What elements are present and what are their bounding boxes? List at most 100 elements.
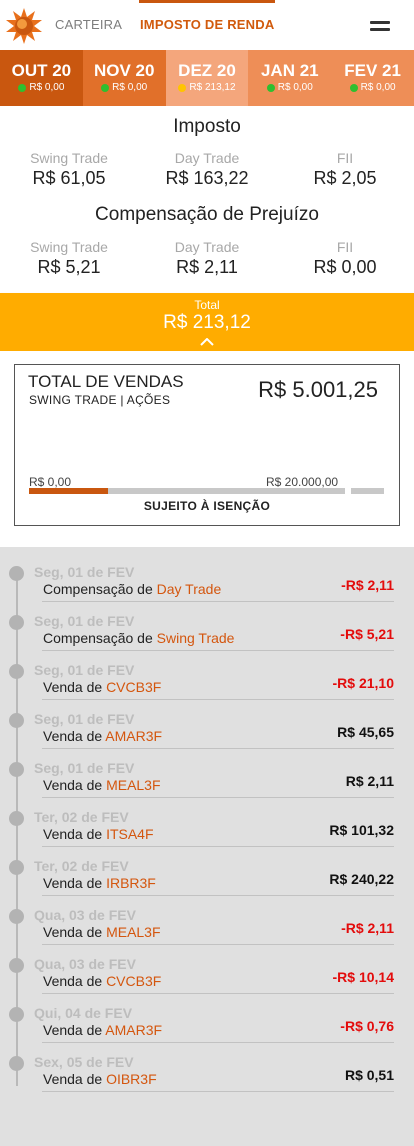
- timeline-entry[interactable]: Qua, 03 de FEV Venda de CVCB3F -R$ 10,14: [0, 939, 414, 994]
- tab-imposto-de-renda[interactable]: IMPOSTO DE RENDA: [139, 0, 276, 50]
- month-tab-dez-20[interactable]: DEZ 20 R$ 213,12: [165, 50, 249, 106]
- entry-description: Venda de CVCB3F: [43, 679, 161, 695]
- month-tab-out-20[interactable]: OUT 20 R$ 0,00: [0, 50, 83, 106]
- entry-amount: -R$ 2,11: [341, 920, 394, 936]
- timeline-entry[interactable]: Sex, 05 de FEV Venda de OIBR3F R$ 0,51: [0, 1037, 414, 1092]
- entry-description: Venda de AMAR3F: [43, 728, 162, 744]
- timeline-entry[interactable]: Ter, 02 de FEV Venda de ITSA4F R$ 101,32: [0, 792, 414, 847]
- column-label: FII: [336, 239, 354, 255]
- timeline-dot-icon: [9, 958, 24, 973]
- timeline-dot-icon: [9, 713, 24, 728]
- status-dot-icon: [178, 84, 187, 92]
- entry-amount: R$ 240,22: [329, 871, 394, 887]
- imposto-day-trade: Day Trade R$ 163,22: [138, 150, 276, 189]
- entry-description: Venda de OIBR3F: [43, 1071, 157, 1087]
- month-tab-fev-21[interactable]: FEV 21 R$ 0,00: [331, 50, 414, 106]
- vendas-progress-fill: [29, 488, 108, 494]
- compensacao-swing-trade: Swing Trade R$ 5,21: [0, 239, 138, 278]
- entry-amount: R$ 0,51: [344, 1067, 394, 1083]
- entry-prefix: Venda de: [43, 728, 103, 744]
- column-label: Day Trade: [174, 150, 240, 166]
- timeline-entry[interactable]: Seg, 01 de FEV Compensação de Day Trade -R…: [0, 547, 414, 602]
- entry-amount: -R$ 21,10: [332, 675, 394, 691]
- active-tab-indicator: [139, 0, 276, 3]
- entry-divider: [42, 1091, 394, 1092]
- sun-logo-icon[interactable]: [6, 8, 42, 44]
- timeline-dot-icon: [9, 811, 24, 826]
- entry-date: Qua, 03 de FEV: [34, 907, 136, 923]
- timeline-dot-icon: [9, 1007, 24, 1022]
- tax-summary: Imposto Swing Trade R$ 61,05 Day Trade R…: [0, 106, 414, 293]
- timeline-dot-icon: [9, 909, 24, 924]
- entry-ticker: CVCB3F: [106, 679, 162, 695]
- compensacao-fii: FII R$ 0,00: [276, 239, 414, 278]
- status-dot-icon: [101, 84, 110, 92]
- tab-carteira[interactable]: CARTEIRA: [55, 0, 122, 50]
- timeline-entry[interactable]: Seg, 01 de FEV Venda de CVCB3F -R$ 21,10: [0, 645, 414, 700]
- entry-date: Sex, 05 de FEV: [34, 1054, 134, 1070]
- scale-max-label: R$ 20.000,00: [266, 475, 339, 489]
- entry-date: Seg, 01 de FEV: [34, 760, 135, 776]
- column-label: Day Trade: [174, 239, 240, 255]
- column-value: R$ 5,21: [37, 257, 101, 277]
- month-name: OUT 20: [11, 61, 72, 80]
- timeline-entry[interactable]: Seg, 01 de FEV Venda de AMAR3F R$ 45,65: [0, 694, 414, 749]
- vendas-subtitle: SWING TRADE | AÇÕES: [29, 393, 171, 407]
- timeline-entry[interactable]: Seg, 01 de FEV Venda de MEAL3F R$ 2,11: [0, 743, 414, 798]
- month-value: R$ 0,00: [277, 82, 313, 93]
- entry-prefix: Venda de: [43, 1071, 103, 1087]
- entry-ticker: ITSA4F: [106, 826, 154, 842]
- timeline-entry[interactable]: Ter, 02 de FEV Venda de IRBR3F R$ 240,22: [0, 841, 414, 896]
- imposto-title: Imposto: [173, 116, 241, 137]
- total-value: R$ 213,12: [163, 312, 251, 333]
- month-value: R$ 0,00: [112, 82, 148, 93]
- month-tab-nov-20[interactable]: NOV 20 R$ 0,00: [82, 50, 166, 106]
- entry-amount: -R$ 10,14: [332, 969, 394, 985]
- entry-ticker: Day Trade: [156, 581, 222, 597]
- hamburger-menu-icon[interactable]: [370, 19, 390, 33]
- tab-imposto-de-renda-label: IMPOSTO DE RENDA: [140, 17, 275, 32]
- entry-description: Venda de CVCB3F: [43, 973, 161, 989]
- total-label: Total: [194, 298, 220, 312]
- top-bar: CARTEIRA IMPOSTO DE RENDA: [0, 0, 414, 50]
- entry-ticker: MEAL3F: [106, 924, 161, 940]
- entry-prefix: Compensação de: [43, 581, 153, 597]
- entry-amount: R$ 2,11: [345, 773, 394, 789]
- entry-date: Seg, 01 de FEV: [34, 711, 135, 727]
- timeline-entry[interactable]: Qui, 04 de FEV Venda de AMAR3F -R$ 0,76: [0, 988, 414, 1043]
- timeline-dot-icon: [9, 762, 24, 777]
- entry-description: Venda de IRBR3F: [43, 875, 156, 891]
- transactions-timeline: Seg, 01 de FEV Compensação de Day Trade -R…: [0, 547, 414, 1146]
- status-dot-icon: [266, 84, 275, 92]
- isencao-label: SUJEITO À ISENÇÃO: [143, 499, 271, 513]
- month-tab-jan-21[interactable]: JAN 21 R$ 0,00: [248, 50, 332, 106]
- timeline-entry[interactable]: Seg, 01 de FEV Compensação de Swing Trade…: [0, 596, 414, 651]
- compensacao-columns: Swing Trade R$ 5,21 Day Trade R$ 2,11 FI…: [0, 239, 414, 278]
- vendas-progress-overflow: [351, 488, 384, 494]
- entry-date: Qua, 03 de FEV: [34, 956, 136, 972]
- entry-amount: R$ 101,32: [329, 822, 394, 838]
- status-dot-icon: [349, 84, 358, 92]
- imposto-columns: Swing Trade R$ 61,05 Day Trade R$ 163,22…: [0, 150, 414, 189]
- month-name: NOV 20: [93, 61, 155, 80]
- timeline-dot-icon: [9, 566, 24, 581]
- imposto-fii: FII R$ 2,05: [276, 150, 414, 189]
- column-label: Swing Trade: [30, 150, 108, 166]
- status-dot-icon: [18, 84, 27, 92]
- total-bar[interactable]: Total R$ 213,12: [0, 293, 414, 351]
- entry-description: Venda de MEAL3F: [43, 777, 161, 793]
- chevron-up-icon[interactable]: [200, 338, 214, 346]
- entry-ticker: OIBR3F: [106, 1071, 157, 1087]
- vendas-value: R$ 5.001,25: [258, 377, 378, 402]
- column-value: R$ 61,05: [32, 168, 106, 188]
- entry-amount: -R$ 0,76: [340, 1018, 394, 1034]
- entry-ticker: MEAL3F: [106, 777, 161, 793]
- entry-prefix: Compensação de: [43, 630, 153, 646]
- month-value: R$ 0,00: [360, 82, 396, 93]
- compensacao-title: Compensação de Prejuízo: [95, 204, 319, 225]
- entry-ticker: CVCB3F: [106, 973, 162, 989]
- timeline-entry[interactable]: Qua, 03 de FEV Venda de MEAL3F -R$ 2,11: [0, 890, 414, 945]
- entry-date: Qui, 04 de FEV: [34, 1005, 133, 1021]
- imposto-swing-trade: Swing Trade R$ 61,05: [0, 150, 138, 189]
- entry-description: Venda de ITSA4F: [43, 826, 154, 842]
